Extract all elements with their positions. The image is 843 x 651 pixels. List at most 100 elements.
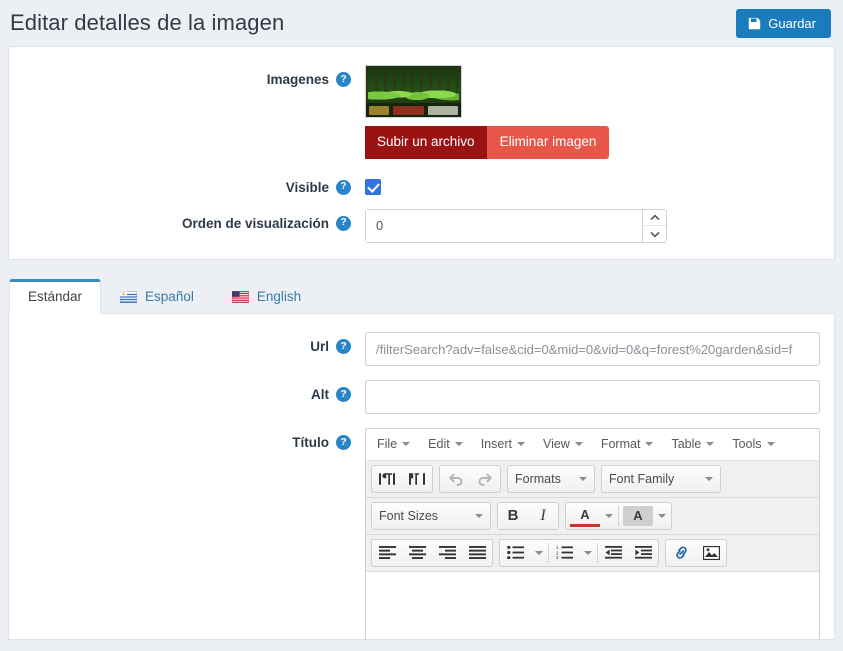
help-circle-icon[interactable]: ? <box>336 215 351 231</box>
caret-down-icon <box>402 442 411 447</box>
forecolor-button[interactable]: A <box>570 505 600 527</box>
language-tabs-wrap: Estándar Español English Url ? /filterSe… <box>8 278 835 641</box>
label-titulo-text: Título <box>292 435 329 451</box>
form-row-orden: Orden de visualización ? <box>9 208 834 243</box>
flag-usa-icon <box>231 290 249 303</box>
tab-estandar[interactable]: Estándar <box>9 278 102 315</box>
page-title: Editar detalles de la imagen <box>10 10 285 35</box>
visible-checkbox[interactable] <box>365 178 381 195</box>
menu-table-label: Table <box>671 437 702 452</box>
tab-espanol-label: Español <box>145 288 194 304</box>
numbered-list-caret[interactable] <box>579 540 597 566</box>
label-imagenes: Imagenes ? <box>9 65 365 87</box>
caret-down-icon <box>605 513 613 518</box>
thumbnail-badge-mid <box>392 105 425 115</box>
alt-input[interactable] <box>365 380 820 415</box>
label-url: Url ? <box>9 332 365 355</box>
backcolor-button[interactable]: A <box>623 505 653 526</box>
undo-icon[interactable] <box>440 466 470 492</box>
editor-toolbar-row-2: Font Sizes B I A A <box>366 497 819 535</box>
caret-down-icon <box>584 550 592 555</box>
formats-dropdown[interactable]: Formats <box>508 466 594 492</box>
chevron-up-icon[interactable] <box>643 210 666 227</box>
display-order-input-wrap <box>365 208 667 243</box>
numbered-list-icon[interactable]: 1 2 3 <box>549 540 579 566</box>
align-right-icon[interactable] <box>432 540 462 566</box>
display-order-input[interactable] <box>366 209 642 242</box>
label-titulo: Título ? <box>9 428 365 451</box>
forecolor-button-label: A <box>580 506 590 522</box>
caret-down-icon <box>706 442 715 447</box>
link-icon[interactable] <box>666 540 696 566</box>
help-circle-icon[interactable]: ? <box>336 179 351 195</box>
caret-down-icon <box>454 442 463 447</box>
forecolor-caret[interactable] <box>600 503 618 529</box>
font-sizes-dropdown[interactable]: Font Sizes <box>372 503 490 529</box>
thumbnail-footer-bar <box>366 103 461 117</box>
tab-espanol[interactable]: Español <box>101 279 213 314</box>
menu-format-label: Format <box>600 437 641 452</box>
imagenes-field: Subir un archivo Eliminar imagen <box>365 65 834 159</box>
align-left-icon[interactable] <box>372 540 402 566</box>
paragraph-rtl-icon[interactable] <box>402 466 432 492</box>
insert-group <box>665 538 727 567</box>
paragraph-ltr-icon[interactable] <box>372 466 402 492</box>
save-floppy-icon <box>748 17 761 30</box>
label-orden-text: Orden de visualización <box>181 215 329 231</box>
titulo-field: File Edit Insert View Format Table Tools… <box>365 428 834 640</box>
align-center-icon[interactable] <box>402 540 432 566</box>
list-group: 1 2 3 <box>499 538 659 567</box>
bold-button-label: B <box>507 507 519 525</box>
menu-view-label: View <box>542 437 570 452</box>
caret-down-icon <box>516 442 525 447</box>
menu-insert[interactable]: Insert <box>472 431 534 458</box>
editor-content-area[interactable] <box>366 571 819 640</box>
history-group <box>439 464 501 493</box>
bold-button[interactable]: B <box>498 503 528 529</box>
bullet-list-icon[interactable] <box>500 540 530 566</box>
help-circle-icon[interactable]: ? <box>336 387 351 403</box>
tab-english[interactable]: English <box>213 279 320 314</box>
outdent-icon[interactable] <box>598 540 628 566</box>
menu-format[interactable]: Format <box>592 431 663 458</box>
backcolor-caret[interactable] <box>653 503 671 529</box>
thumbnail-logo <box>428 105 458 115</box>
help-circle-icon[interactable]: ? <box>336 72 351 87</box>
alignment-group <box>371 538 493 567</box>
help-circle-icon[interactable]: ? <box>336 339 351 355</box>
label-alt-text: Alt <box>311 387 329 403</box>
caret-down-icon <box>475 513 483 518</box>
editor-toolbar-row-3: 1 2 3 <box>366 534 819 572</box>
menu-edit[interactable]: Edit <box>419 431 472 458</box>
caret-down-icon <box>658 513 666 518</box>
redo-icon[interactable] <box>470 466 500 492</box>
bold-italic-group: B I <box>497 501 559 530</box>
image-icon[interactable] <box>696 540 726 566</box>
remove-image-button[interactable]: Eliminar imagen <box>486 126 610 159</box>
language-tabs: Estándar Español English <box>8 278 835 315</box>
upload-file-button[interactable]: Subir un archivo <box>365 126 487 159</box>
editor-menubar: File Edit Insert View Format Table Tools <box>366 429 819 461</box>
menu-file[interactable]: File <box>368 431 419 458</box>
font-family-group: Font Family <box>601 464 721 493</box>
caret-down-icon <box>574 442 583 447</box>
bullet-list-caret[interactable] <box>530 540 548 566</box>
indent-icon[interactable] <box>628 540 658 566</box>
font-family-dropdown[interactable]: Font Family <box>602 466 720 492</box>
menu-tools[interactable]: Tools <box>723 431 783 458</box>
caret-down-icon <box>645 442 654 447</box>
caret-down-icon <box>535 550 543 555</box>
flag-uruguay-icon <box>120 290 138 303</box>
menu-view[interactable]: View <box>534 431 592 458</box>
editor-toolbar-row-1: Formats Font Family <box>366 460 819 498</box>
toolbar-separator <box>618 505 619 526</box>
image-thumbnail[interactable] <box>365 65 462 118</box>
align-justify-icon[interactable] <box>462 540 492 566</box>
save-button[interactable]: Guardar <box>736 8 831 38</box>
italic-button[interactable]: I <box>528 503 558 529</box>
chevron-down-icon[interactable] <box>643 226 666 242</box>
tab-panel-estandar: Url ? Alt ? Título ? <box>8 314 835 641</box>
url-input[interactable] <box>365 332 820 367</box>
menu-table[interactable]: Table <box>662 431 723 458</box>
help-circle-icon[interactable]: ? <box>336 435 351 451</box>
